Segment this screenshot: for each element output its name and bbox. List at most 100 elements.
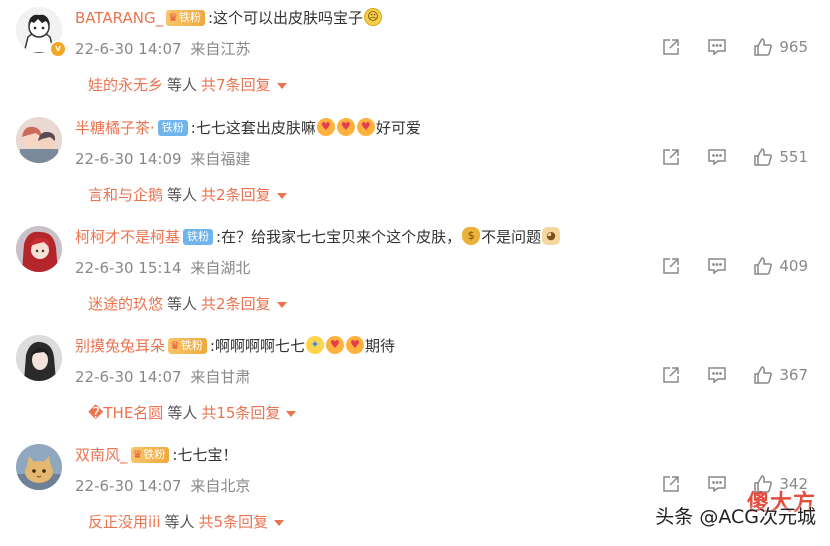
comment-meta: 22-6-30 14:07 来自甘肃 [75, 366, 254, 387]
reply-count-link[interactable]: 共15条回复 [201, 404, 280, 422]
reply-username[interactable]: 反正没用iii [88, 513, 161, 531]
comment-icon [707, 37, 727, 57]
avatar[interactable] [16, 335, 62, 381]
fan-badge-label: 铁粉 [180, 338, 203, 352]
comment-meta: 22-6-30 14:09 来自福建 [75, 148, 254, 169]
comment-text: :七七宝！ [172, 446, 238, 464]
reply-username[interactable]: �THE名圆 [88, 404, 163, 422]
avatar[interactable] [16, 226, 62, 272]
reply-username[interactable]: 娃的永无乡 [88, 76, 163, 94]
comment-text: :在？给我家七七宝贝来个这个皮肤， [216, 228, 462, 246]
fan-badge: ♛铁粉 [166, 9, 205, 26]
comment-date: 22-6-30 14:07 [75, 477, 182, 495]
avatar[interactable] [16, 117, 62, 163]
comment-date: 22-6-30 14:07 [75, 40, 182, 58]
comment-actions: 409 [635, 256, 808, 276]
reply-count-link[interactable]: 共2条回复 [201, 186, 271, 204]
comment-meta: 22-6-30 14:07 来自北京 [75, 475, 254, 496]
reply-button[interactable] [707, 37, 727, 57]
comment-username[interactable]: 双南风_ [75, 446, 128, 464]
share-button[interactable] [661, 365, 681, 385]
comment-date: 22-6-30 14:07 [75, 368, 182, 386]
comment-text-tail: 期待 [364, 337, 395, 355]
reply-username[interactable]: 迷途的玖悠 [88, 295, 163, 313]
heart-emoji-icon: ♥ [356, 118, 375, 136]
comment-text-tail: 好可爱 [375, 119, 421, 137]
chevron-down-icon [276, 192, 287, 199]
reply-button[interactable] [707, 474, 727, 494]
replies-summary[interactable]: 言和与企鹅 等人 共2条回复 [88, 184, 287, 205]
comment-username[interactable]: 别摸兔兔耳朵 [75, 337, 165, 355]
avatar[interactable] [16, 444, 62, 490]
reply-others-label: 等人 [167, 76, 198, 94]
share-button[interactable] [661, 37, 681, 57]
thumbs-up-icon [753, 256, 773, 276]
share-button[interactable] [661, 474, 681, 494]
comment-username[interactable]: BATARANG_ [75, 9, 163, 27]
replies-summary[interactable]: �THE名圆 等人 共15条回复 [88, 402, 297, 423]
comment-line: 半糖橘子茶· 铁粉:七七这套出皮肤嘛 ♥ ♥ ♥ 好可爱 [75, 118, 421, 139]
comment-line: 双南风_ ♛铁粉 :七七宝！ [75, 445, 237, 465]
fan-badge: 铁粉 [183, 228, 214, 245]
comment-meta: 22-6-30 15:14 来自湖北 [75, 257, 254, 278]
comment-username[interactable]: 柯柯才不是柯基 [75, 228, 180, 246]
heart-emoji-icon: ♥ [336, 118, 355, 136]
like-button[interactable]: 409 [753, 256, 808, 276]
comment-item: 柯柯才不是柯基 铁粉:在？给我家七七宝贝来个这个皮肤， $ 不是问题 ◕ 22-6-30 … [0, 219, 830, 328]
reply-button[interactable] [707, 256, 727, 276]
watermark: 头条 @ACG次元城 [655, 506, 816, 528]
fan-badge-label: 铁粉 [161, 120, 184, 134]
thumbs-up-icon [753, 147, 773, 167]
comment-line: 柯柯才不是柯基 铁粉:在？给我家七七宝贝来个这个皮肤， $ 不是问题 ◕ [75, 227, 561, 248]
sad-emoji-icon: ☹ [364, 8, 383, 26]
like-count: 409 [779, 257, 808, 275]
comment-location: 来自江苏 [190, 40, 251, 58]
comment-icon [707, 256, 727, 276]
like-button[interactable]: 551 [753, 147, 808, 167]
reply-button[interactable] [707, 365, 727, 385]
fan-badge-label: 铁粉 [178, 10, 201, 24]
like-button[interactable]: 965 [753, 37, 808, 57]
comment-icon [707, 365, 727, 385]
replies-summary[interactable]: 娃的永无乡 等人 共7条回复 [88, 74, 287, 95]
doge-emoji-icon: ◕ [542, 227, 561, 245]
comment-username[interactable]: 半糖橘子茶· [75, 119, 155, 137]
comment-meta: 22-6-30 14:07 来自江苏 [75, 38, 254, 59]
reply-others-label: 等人 [164, 513, 195, 531]
reply-button[interactable] [707, 147, 727, 167]
thumbs-up-icon [753, 365, 773, 385]
comment-line: BATARANG_ ♛铁粉:这个可以出皮肤吗宝子 ☹ [75, 8, 383, 29]
fan-badge: ♛铁粉 [168, 337, 207, 354]
like-button[interactable]: 367 [753, 365, 808, 385]
reply-others-label: 等人 [167, 295, 198, 313]
crown-icon: ♛ [168, 10, 178, 24]
comment-icon [707, 474, 727, 494]
like-count: 965 [779, 38, 808, 56]
heart-emoji-icon: ♥ [325, 336, 344, 354]
share-icon [661, 474, 681, 494]
chevron-down-icon [274, 519, 285, 526]
comment-actions: 367 [635, 365, 808, 385]
replies-summary[interactable]: 反正没用iii 等人 共5条回复 [88, 511, 285, 532]
comment-text-tail: 不是问题 [481, 228, 542, 246]
replies-summary[interactable]: 迷途的玖悠 等人 共2条回复 [88, 293, 287, 314]
heart-emoji-icon: ♥ [316, 118, 335, 136]
reply-count-link[interactable]: 共2条回复 [201, 295, 271, 313]
fan-badge-label: 铁粉 [143, 447, 166, 461]
comment-actions: 551 [635, 147, 808, 167]
comment-location: 来自湖北 [190, 259, 251, 277]
reply-count-link[interactable]: 共5条回复 [199, 513, 269, 531]
share-button[interactable] [661, 256, 681, 276]
share-icon [661, 256, 681, 276]
comment-text: :七七这套出皮肤嘛 [190, 119, 316, 137]
comment-item: 半糖橘子茶· 铁粉:七七这套出皮肤嘛 ♥ ♥ ♥ 好可爱 22-6-30 14:09 来自福… [0, 110, 830, 219]
comment-date: 22-6-30 15:14 [75, 259, 182, 277]
share-button[interactable] [661, 147, 681, 167]
reply-count-link[interactable]: 共7条回复 [201, 76, 271, 94]
crown-icon: ♛ [132, 447, 143, 461]
comment-item: 双南风_ ♛铁粉:七七宝！ 22-6-30 14:07 来自北京 342 反正没用iii… [0, 437, 830, 546]
comment-item: 别摸兔兔耳朵 ♛铁粉:啊啊啊啊七七 ✦ ♥ ♥ 期待 22-6-30 14:07 来自甘肃 3… [0, 328, 830, 437]
share-icon [661, 365, 681, 385]
comment-icon [707, 147, 727, 167]
reply-username[interactable]: 言和与企鹅 [88, 186, 163, 204]
